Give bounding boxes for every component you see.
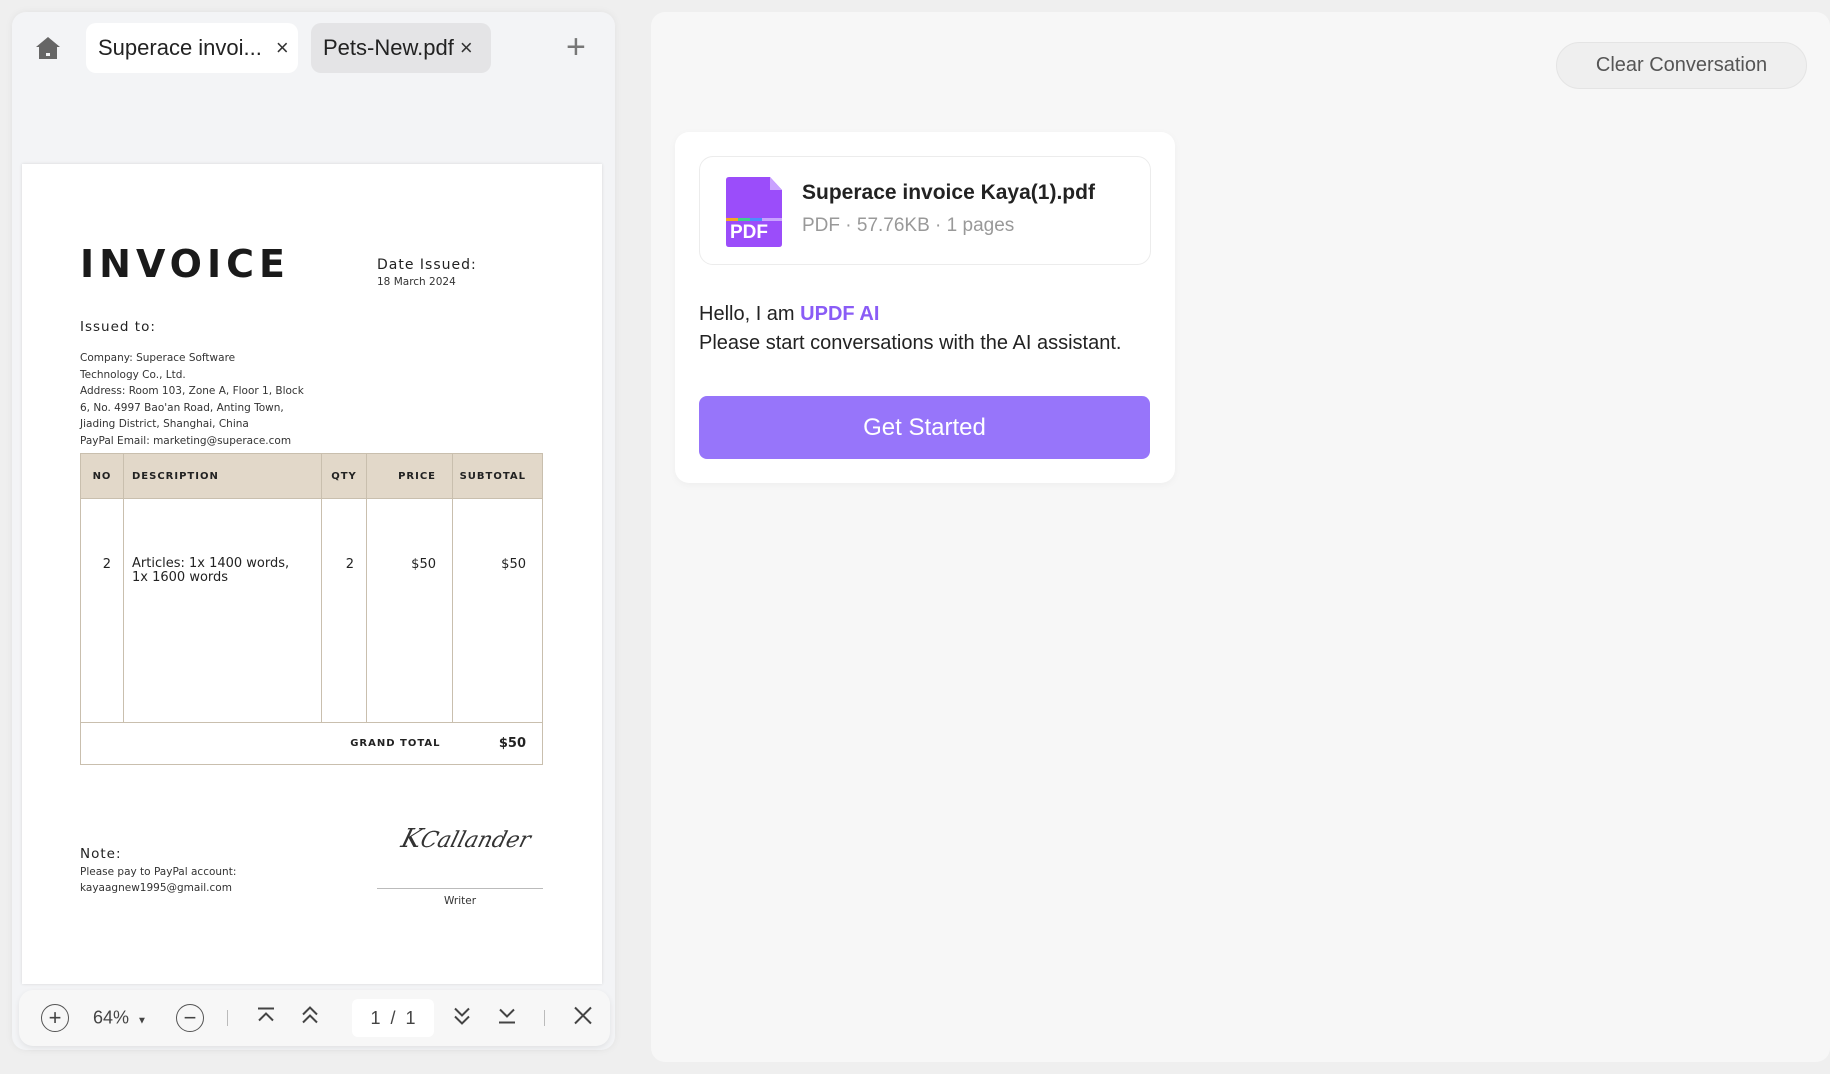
cell-subtotal: $50 — [452, 498, 543, 723]
file-meta: PDF · 57.76KB · 1 pages — [802, 215, 1015, 236]
cell-no: 2 — [80, 498, 124, 723]
tab-superace-invoice[interactable]: Superace invoi... × — [86, 23, 298, 73]
pdf-page: INVOICE Date Issued: 18 March 2024 Issue… — [22, 164, 602, 984]
close-viewer-icon[interactable] — [572, 1005, 594, 1032]
last-page-icon[interactable] — [496, 1006, 518, 1031]
address-line: 6, No. 4997 Bao'an Road, Anting Town, — [80, 401, 284, 414]
note-label: Note: — [80, 846, 122, 862]
col-subtotal: SUBTOTAL — [452, 453, 543, 499]
close-icon[interactable]: × — [460, 35, 473, 61]
get-started-button[interactable]: Get Started — [699, 396, 1150, 459]
greeting: Hello, I am UPDF AI Please start convers… — [699, 300, 1121, 358]
description-line: 1x 1600 words — [132, 570, 229, 585]
zoom-value: 64% — [93, 1007, 130, 1028]
cell-description: Articles: 1x 1400 words, 1x 1600 words — [123, 498, 322, 723]
note-line: kayaagnew1995@gmail.com — [80, 882, 232, 894]
previous-page-icon[interactable] — [299, 1005, 321, 1032]
divider — [227, 1010, 228, 1026]
greeting-prefix: Hello, I am — [699, 303, 801, 325]
tab-pets-new[interactable]: Pets-New.pdf × — [311, 23, 491, 73]
brand-name: UPDF AI — [800, 303, 880, 325]
cell-qty: 2 — [321, 498, 367, 723]
invoice-title: INVOICE — [80, 242, 290, 286]
pdf-icon-label: PDF — [730, 222, 768, 243]
tab-label: Superace invoi... — [98, 35, 262, 60]
address-line: Company: Superace Software — [80, 352, 236, 364]
zoom-select[interactable]: 64% ▼ — [93, 1008, 147, 1029]
address-line: Jiading District, Shanghai, China — [80, 418, 249, 430]
caret-down-icon: ▼ — [137, 1015, 147, 1027]
zoom-in-button[interactable]: + — [41, 1004, 69, 1032]
pdf-file-icon: PDF — [726, 177, 782, 247]
table-row: 2 Articles: 1x 1400 words, 1x 1600 words … — [80, 498, 543, 723]
date-label: Date Issued: — [377, 257, 477, 273]
page-input[interactable]: 1 / 1 — [352, 999, 434, 1037]
address-line: PayPal Email: marketing@superace.com — [80, 434, 292, 447]
issued-to-label: Issued to: — [80, 319, 156, 335]
home-icon[interactable] — [32, 32, 64, 64]
clear-conversation-button[interactable]: Clear Conversation — [1556, 42, 1807, 89]
signature-line — [377, 888, 543, 889]
next-page-icon[interactable] — [451, 1005, 473, 1032]
address-line: Address: Room 103, Zone A, Floor 1, Bloc… — [80, 385, 304, 397]
invoice-table: NO DESCRIPTION QTY PRICE SUBTOTAL 2 Arti… — [80, 453, 543, 765]
signer-label: Writer — [443, 895, 477, 907]
signature: KCallander — [397, 824, 534, 854]
zoom-out-button[interactable]: − — [176, 1004, 204, 1032]
table-header: NO DESCRIPTION QTY PRICE SUBTOTAL — [80, 453, 543, 499]
grand-total-label: GRAND TOTAL — [80, 722, 453, 765]
pdf-viewer-panel: Superace invoi... × Pets-New.pdf × + INV… — [12, 12, 615, 1050]
col-price: PRICE — [366, 453, 453, 499]
col-description: DESCRIPTION — [123, 453, 322, 499]
close-icon[interactable]: × — [276, 35, 289, 61]
welcome-card: PDF Superace invoice Kaya(1).pdf PDF · 5… — [675, 132, 1175, 483]
file-info-card: PDF Superace invoice Kaya(1).pdf PDF · 5… — [699, 156, 1151, 265]
first-page-icon[interactable] — [255, 1006, 277, 1031]
address-line: Technology Co., Ltd. — [80, 368, 186, 381]
cell-price: $50 — [366, 498, 453, 723]
note-line: Please pay to PayPal account: — [80, 866, 237, 878]
greeting-line: Hello, I am UPDF AI — [699, 300, 1121, 329]
note-text: Please pay to PayPal account: kayaagnew1… — [80, 864, 236, 896]
greeting-prompt: Please start conversations with the AI a… — [699, 332, 1122, 354]
file-name: Superace invoice Kaya(1).pdf — [802, 181, 1095, 204]
viewer-toolbar: + 64% ▼ − 1 / 1 — [19, 990, 610, 1046]
ai-chat-panel: Clear Conversation PDF Superace invoice … — [651, 12, 1830, 1062]
description-line: Articles: 1x 1400 words, — [132, 556, 290, 571]
divider — [544, 1010, 545, 1026]
page-current: 1 — [370, 1007, 381, 1028]
grand-total-value: $50 — [452, 722, 543, 765]
page-total: 1 — [405, 1007, 416, 1028]
add-tab-button[interactable]: + — [566, 28, 586, 67]
grand-total-row: GRAND TOTAL $50 — [80, 722, 543, 765]
date-value: 18 March 2024 — [377, 276, 456, 288]
page-separator: / — [390, 1007, 396, 1028]
tab-label: Pets-New.pdf — [323, 35, 454, 60]
address-block: Company: Superace Software Technology Co… — [80, 350, 304, 449]
col-no: NO — [80, 453, 124, 499]
col-qty: QTY — [321, 453, 367, 499]
